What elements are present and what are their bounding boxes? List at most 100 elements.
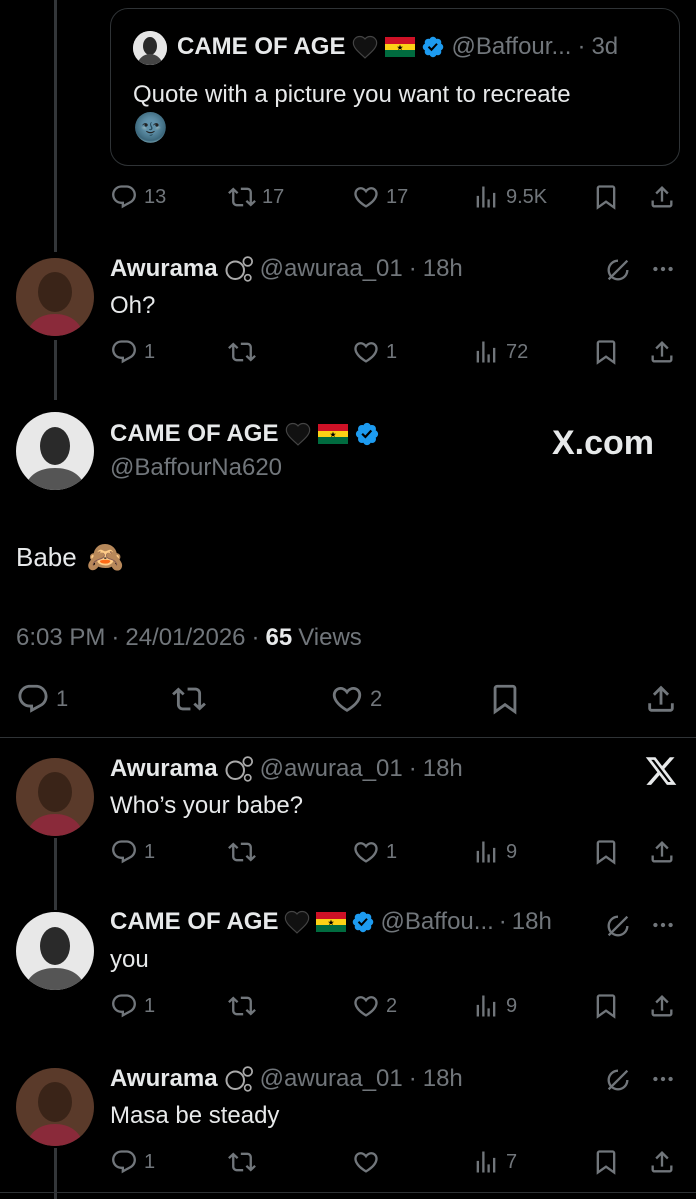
repost-button[interactable]	[228, 1148, 262, 1176]
repost-icon	[172, 682, 206, 716]
repost-button[interactable]	[172, 682, 212, 716]
share-button[interactable]	[648, 992, 676, 1020]
grok-button[interactable]	[604, 256, 632, 284]
author-handle[interactable]: @BaffourNa620	[110, 454, 282, 482]
more-button[interactable]	[650, 912, 676, 938]
author-handle[interactable]: @awuraa_01	[260, 1065, 403, 1093]
like-count: 17	[386, 185, 409, 208]
thread-line-mid	[54, 340, 57, 400]
reply-button[interactable]: 1	[110, 838, 155, 866]
bookmark-button[interactable]	[592, 1148, 620, 1176]
reply-button[interactable]: 1	[110, 1148, 155, 1176]
separator-dot: ·	[577, 33, 586, 60]
reply-button[interactable]: 1	[110, 338, 155, 366]
like-button[interactable]: 1	[352, 838, 397, 866]
ghana-flag-icon	[318, 424, 348, 444]
bookmark-button[interactable]	[488, 682, 522, 716]
author-name[interactable]: Awurama	[110, 755, 218, 783]
bookmark-button[interactable]	[592, 992, 620, 1020]
divider	[0, 737, 696, 738]
bookmark-icon	[488, 682, 522, 716]
bookmark-button[interactable]	[592, 183, 620, 211]
share-button[interactable]	[648, 183, 676, 211]
ghana-flag-icon	[385, 37, 415, 57]
reply-icon	[110, 838, 138, 866]
share-button[interactable]	[648, 838, 676, 866]
separator-dot: ·	[111, 624, 120, 651]
repost-button[interactable]: 17	[228, 183, 284, 211]
reply-button[interactable]: 1	[110, 992, 155, 1020]
reply-icon	[110, 338, 138, 366]
grok-button[interactable]	[604, 1066, 632, 1094]
reply-icon	[110, 183, 138, 211]
author-handle[interactable]: @Baffou...	[380, 908, 493, 936]
reply-count: 1	[144, 994, 156, 1017]
views-button[interactable]: 7	[472, 1148, 517, 1176]
grok-button[interactable]	[604, 912, 632, 940]
bookmark-button[interactable]	[592, 338, 620, 366]
repost-button[interactable]	[228, 838, 262, 866]
author-name[interactable]: CAME OF AGE	[110, 420, 278, 448]
share-button[interactable]	[644, 682, 678, 716]
quote-author-name: CAME OF AGE	[177, 33, 346, 60]
more-icon	[650, 256, 676, 282]
timestamp[interactable]: 18h	[423, 1065, 463, 1093]
like-button[interactable]: 2	[352, 992, 397, 1020]
avatar[interactable]	[16, 912, 94, 990]
reply-button[interactable]: 1	[16, 682, 68, 716]
post-text: you	[110, 946, 149, 973]
more-button[interactable]	[650, 256, 676, 282]
author-handle[interactable]: @awuraa_01	[260, 255, 403, 283]
like-icon	[352, 838, 380, 866]
quote-text: Quote with a picture you want to recreat…	[133, 81, 571, 108]
views-button[interactable]: 9	[472, 838, 517, 866]
reply-count: 1	[144, 340, 156, 363]
repost-button[interactable]	[228, 338, 262, 366]
repost-icon	[228, 338, 256, 366]
more-button[interactable]	[650, 1066, 676, 1092]
avatar[interactable]	[16, 412, 94, 490]
like-count: 2	[386, 994, 398, 1017]
post-time[interactable]: 6:03 PM	[16, 624, 105, 652]
author-name[interactable]: CAME OF AGE	[110, 908, 278, 936]
avatar[interactable]	[16, 758, 94, 836]
quoted-post-card[interactable]: CAME OF AGE @Baffour... · 3d Quote with …	[110, 8, 680, 166]
verified-badge-icon	[351, 910, 375, 934]
like-count: 1	[386, 840, 398, 863]
thread-line-top	[54, 0, 57, 252]
post-date[interactable]: 24/01/2026	[125, 624, 245, 652]
timestamp[interactable]: 18h	[512, 908, 552, 936]
separator-dot: ·	[498, 908, 507, 935]
share-icon	[648, 183, 676, 211]
reply-button[interactable]: 13	[110, 183, 166, 211]
share-button[interactable]	[648, 1148, 676, 1176]
bookmark-button[interactable]	[592, 838, 620, 866]
views-icon	[472, 183, 500, 211]
repost-icon	[228, 838, 256, 866]
like-button[interactable]: 17	[352, 183, 408, 211]
share-icon	[648, 338, 676, 366]
author-name[interactable]: Awurama	[110, 1065, 218, 1093]
repost-button[interactable]	[228, 992, 262, 1020]
like-button[interactable]: 1	[352, 338, 397, 366]
reply-count: 13	[144, 185, 167, 208]
timestamp[interactable]: 18h	[423, 255, 463, 283]
repost-icon	[228, 1148, 256, 1176]
like-button[interactable]	[352, 1148, 386, 1176]
more-icon	[650, 1066, 676, 1092]
author-name[interactable]: Awurama	[110, 255, 218, 283]
share-button[interactable]	[648, 338, 676, 366]
timestamp[interactable]: 18h	[423, 755, 463, 783]
avatar[interactable]	[16, 1068, 94, 1146]
post-text: Babe	[16, 542, 77, 572]
like-icon	[330, 682, 364, 716]
views-icon	[472, 1148, 500, 1176]
views-button[interactable]: 72	[472, 338, 528, 366]
like-button[interactable]: 2	[330, 682, 382, 716]
views-button[interactable]: 9	[472, 992, 517, 1020]
bubbles-icon	[224, 754, 254, 784]
avatar[interactable]	[16, 258, 94, 336]
views-button[interactable]: 9.5K	[472, 183, 547, 211]
separator-dot: ·	[408, 255, 417, 282]
author-handle[interactable]: @awuraa_01	[260, 755, 403, 783]
